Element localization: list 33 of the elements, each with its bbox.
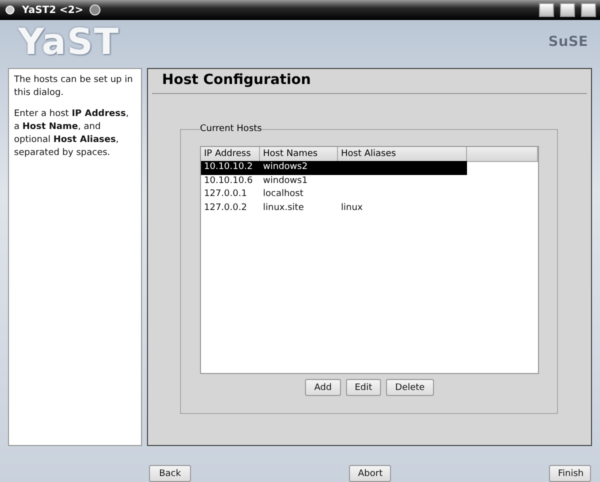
nav-button[interactable]: Back — [149, 465, 191, 482]
help-text: Enter a host IP Address, a Host Name, and optional Host Aliases, separated by spaces. — [14, 108, 130, 160]
table-row[interactable]: 10.10.10.6 windows1 — [201, 174, 538, 188]
group-title: Current Hosts — [200, 124, 262, 134]
help-text: The hosts can be set up in this dialog. — [14, 74, 134, 100]
table-cell-text: linux.site — [262, 202, 305, 214]
table-row[interactable]: 10.10.10.2 windows2 — [201, 161, 538, 174]
column-header — [467, 147, 538, 162]
close-button[interactable] — [581, 3, 596, 17]
nav-button[interactable]: Abort — [349, 465, 391, 482]
table-row[interactable]: 127.0.0.1 localhost — [201, 188, 538, 202]
table-cell-text: localhost — [262, 188, 304, 201]
column-header[interactable]: Host Names — [260, 147, 338, 162]
column-header[interactable]: Host Aliases — [338, 147, 467, 162]
table-cell-text: 127.0.0.2 — [203, 202, 248, 214]
nav-button[interactable]: Finish — [549, 465, 591, 482]
dialog-title: Host Configuration — [152, 69, 587, 94]
brand-logo: SuSE — [548, 34, 588, 50]
table-cell-text: linux — [340, 202, 364, 214]
action-button[interactable]: Edit — [346, 379, 382, 396]
logo: YaST — [18, 22, 120, 62]
table-cell: windows2 — [260, 161, 338, 174]
column-header[interactable]: IP Address — [201, 147, 260, 162]
action-button[interactable]: Delete — [386, 379, 434, 396]
table-cell-text: 10.10.10.6 — [203, 174, 254, 188]
maximize-button[interactable] — [560, 3, 575, 17]
table-cell-text: windows1 — [262, 174, 309, 188]
table-row[interactable]: 127.0.0.2 linux.site linux — [201, 202, 538, 215]
table-cell-text: 127.0.0.1 — [203, 188, 248, 201]
action-button[interactable]: Add — [305, 379, 341, 396]
window-title: YaST2 <2> — [22, 4, 84, 16]
minimize-button[interactable] — [539, 3, 554, 17]
table-cell: 10.10.10.2 — [201, 161, 260, 174]
